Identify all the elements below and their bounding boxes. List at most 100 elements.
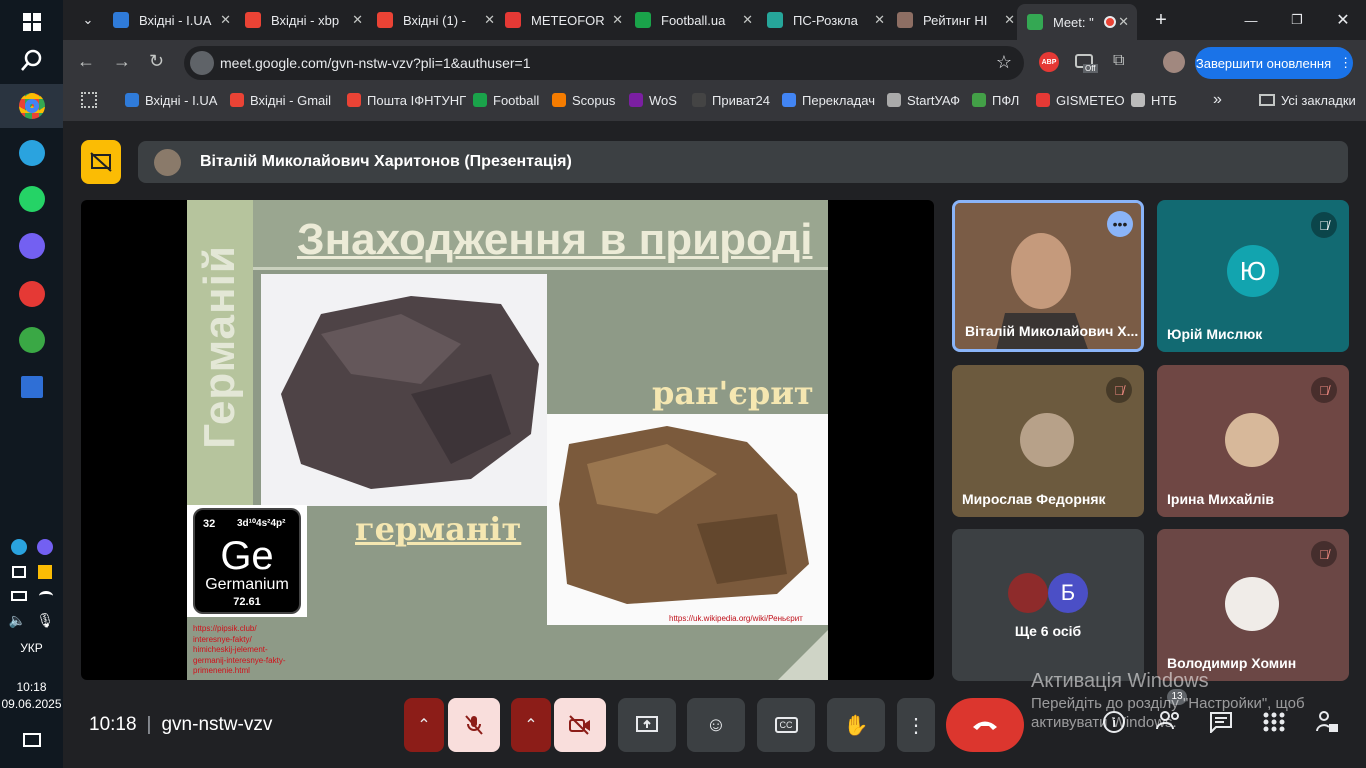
participant-tile-others[interactable]: Б Ще 6 осіб <box>952 529 1144 681</box>
tray-telegram-icon[interactable] <box>0 535 63 559</box>
slide: Германій Знаходження в природі германіт … <box>187 200 828 680</box>
taskbar-date[interactable]: 09.06.2025 <box>0 697 63 711</box>
close-icon[interactable]: ✕ <box>874 12 885 28</box>
bookmark-gismeteo[interactable]: GISMETEO <box>1036 88 1125 112</box>
bookmark-iua[interactable]: Вхідні - I.UA <box>125 88 217 112</box>
minimize-button[interactable]: — <box>1239 6 1263 34</box>
tray-apps-icon[interactable] <box>0 560 63 584</box>
avatar: Ю <box>1227 245 1279 297</box>
new-tab-button[interactable]: + <box>1149 6 1173 34</box>
browser-window: ⌄ Вхідні - I.UA ✕ Вхідні - xbp ✕ Вхідні (1… <box>63 0 1366 121</box>
bookmark-ifntung-mail[interactable]: Пошта ІФНТУНГ <box>347 88 466 112</box>
reactions-button[interactable]: ☺ <box>687 698 745 752</box>
forward-icon[interactable]: → <box>113 51 131 72</box>
profile-avatar[interactable] <box>1163 51 1185 73</box>
tab-ps-schedule[interactable]: ПС-Розкла ✕ <box>763 6 893 34</box>
leave-call-button[interactable] <box>946 698 1024 752</box>
maximize-button[interactable]: ❐ <box>1285 6 1309 34</box>
bookmark-star-icon[interactable]: ☆ <box>996 52 1012 73</box>
participant-tile-iryna[interactable]: 🎙̸ Ірина Михайлів <box>1157 365 1349 517</box>
bookmark-privat24[interactable]: Приват24 <box>692 88 770 112</box>
mic-toggle-button[interactable] <box>448 698 500 752</box>
presentation-off-icon <box>90 152 112 172</box>
telegram-icon[interactable] <box>0 131 63 175</box>
tab-iua-inbox[interactable]: Вхідні - I.UA ✕ <box>109 6 239 34</box>
tray-volume-mic-icon[interactable]: 🔈 🎙 <box>0 608 63 632</box>
app-green-icon[interactable] <box>0 318 63 362</box>
bookmark-translator[interactable]: Перекладач <box>782 88 875 112</box>
bookmarks-overflow-icon[interactable]: » <box>1213 88 1222 112</box>
save-disk-icon[interactable] <box>0 365 63 409</box>
extension-off-icon[interactable]: Off <box>1075 54 1099 76</box>
video-options-button[interactable]: ⌃ <box>511 698 551 752</box>
close-icon[interactable]: ✕ <box>220 12 231 28</box>
camera-toggle-button[interactable] <box>554 698 606 752</box>
atomic-mass: 72.61 <box>233 596 261 608</box>
notification-icon[interactable] <box>0 718 63 762</box>
tab-search-button[interactable]: ⌄ <box>71 6 105 34</box>
tray-battery-wifi-icon[interactable] <box>0 584 63 608</box>
window-close-button[interactable]: ✕ <box>1331 6 1355 34</box>
participant-tile-myroslav[interactable]: 🎙̸ Мирослав Федорняк <box>952 365 1144 517</box>
avatar <box>1225 413 1279 467</box>
bookmark-ntb[interactable]: НТБ <box>1131 88 1177 112</box>
mic-off-icon: 🎙̸ <box>1311 212 1337 238</box>
presenter-bar: Віталій Миколайович Харитонов (Презентац… <box>138 141 1348 183</box>
element-name: Germanium <box>205 576 289 593</box>
bookmark-scopus[interactable]: Scopus <box>552 88 615 112</box>
meeting-code: gvn-nstw-vzv <box>161 714 273 735</box>
more-options-button[interactable]: ⋮ <box>897 698 935 752</box>
bookmark-gmail[interactable]: Вхідні - Gmail <box>230 88 331 112</box>
participant-tile-volodymyr[interactable]: 🎙̸ Володимир Хомин <box>1157 529 1349 681</box>
extensions-puzzle-icon[interactable]: ⧉ <box>1113 52 1124 70</box>
tab-gmail-inbox-2[interactable]: Вхідні (1) - ✕ <box>373 6 503 34</box>
apps-grid-icon[interactable] <box>81 92 97 108</box>
present-screen-button[interactable] <box>618 698 676 752</box>
camera-off-icon <box>569 715 590 735</box>
tab-rating[interactable]: Рейтинг НІ ✕ <box>893 6 1023 34</box>
close-icon[interactable]: ✕ <box>612 12 623 28</box>
adblock-icon[interactable]: ABP <box>1039 52 1059 72</box>
tab-meteofor[interactable]: METEOFOR ✕ <box>501 6 631 34</box>
close-icon[interactable]: ✕ <box>742 12 753 28</box>
close-icon[interactable]: ✕ <box>1004 12 1015 28</box>
tab-meet-active[interactable]: Meet: " ✕ <box>1017 4 1137 40</box>
viber-icon[interactable] <box>0 224 63 268</box>
raise-hand-button[interactable]: ✋ <box>827 698 885 752</box>
close-icon[interactable]: ✕ <box>1118 14 1129 30</box>
chrome-taskbar-icon[interactable] <box>0 84 63 128</box>
folder-icon <box>1259 94 1275 106</box>
renierite-image <box>547 414 828 625</box>
back-icon[interactable]: ← <box>77 51 95 72</box>
presentation-toggle-button[interactable] <box>81 140 121 184</box>
more-options-icon[interactable]: ••• <box>1107 211 1133 237</box>
audio-options-button[interactable]: ⌃ <box>404 698 444 752</box>
bookmark-startuaf[interactable]: StartУАФ <box>887 88 960 112</box>
participant-tile-presenter[interactable]: Віталій Миколайович Х... ••• <box>952 200 1144 352</box>
update-button[interactable]: Завершити оновлення ⋮ <box>1195 47 1353 79</box>
captions-button[interactable]: CC <box>757 698 815 752</box>
taskbar-time[interactable]: 10:18 <box>0 680 63 694</box>
bookmark-pfl[interactable]: ПФЛ <box>972 88 1019 112</box>
chevron-up-icon: ⌃ <box>524 717 538 734</box>
participant-tile-yurii[interactable]: Ю 🎙̸ Юрій Мислюк <box>1157 200 1349 352</box>
close-icon[interactable]: ✕ <box>484 12 495 28</box>
mic-off-icon <box>465 715 483 735</box>
address-bar[interactable]: meet.google.com/gvn-nstw-vzv?pli=1&authu… <box>184 46 1024 80</box>
site-info-icon[interactable] <box>190 51 214 75</box>
gmail-icon <box>377 12 393 28</box>
whatsapp-icon[interactable] <box>0 177 63 221</box>
tab-football[interactable]: Football.ua ✕ <box>631 6 761 34</box>
language-indicator[interactable]: УКР <box>0 641 63 655</box>
present-screen-icon <box>636 716 658 732</box>
bookmark-wos[interactable]: WoS <box>629 88 677 112</box>
bookmark-football[interactable]: Football <box>473 88 539 112</box>
all-bookmarks-folder[interactable]: Усі закладки <box>1259 88 1356 112</box>
close-icon[interactable]: ✕ <box>352 12 363 28</box>
search-icon[interactable] <box>0 38 63 82</box>
screen-recorder-icon[interactable] <box>0 272 63 316</box>
url-text[interactable]: meet.google.com/gvn-nstw-vzv?pli=1&authu… <box>220 55 531 71</box>
reload-icon[interactable]: ↻ <box>149 51 164 72</box>
windows-taskbar: 🔈 🎙 УКР 10:18 09.06.2025 <box>0 0 63 768</box>
tab-gmail-inbox[interactable]: Вхідні - xbp ✕ <box>241 6 371 34</box>
